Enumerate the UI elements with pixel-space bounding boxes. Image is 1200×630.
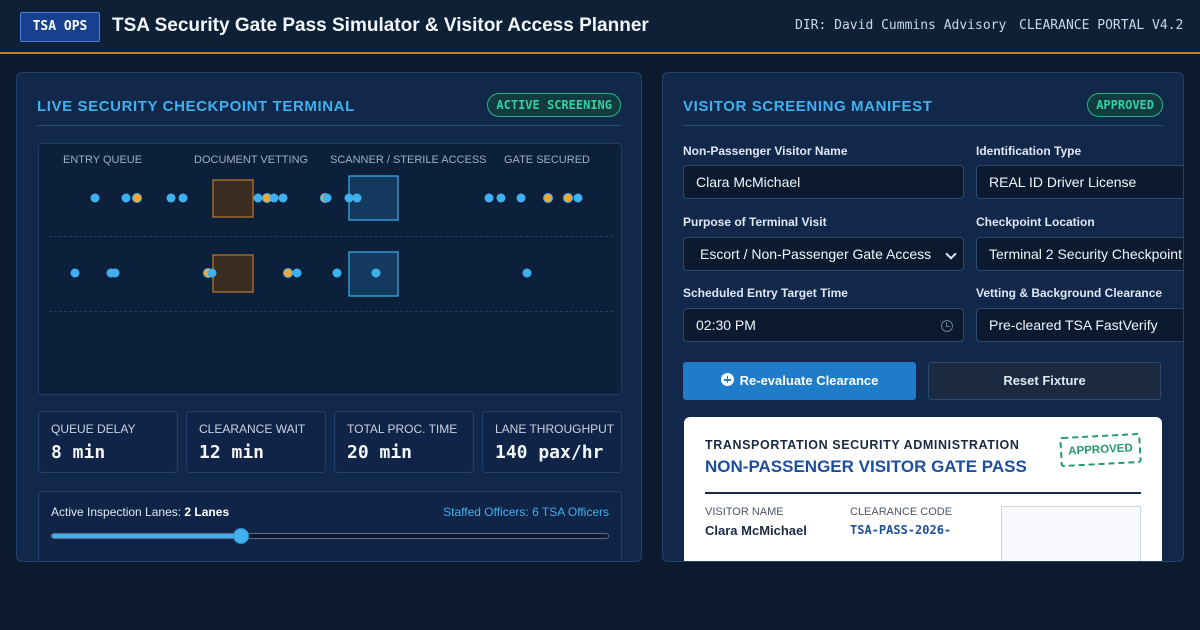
visitor-gate-pass: TRANSPORTATION SECURITY ADMINISTRATION N… (684, 417, 1162, 561)
entry-time-input[interactable]: 02:30 PM (683, 308, 964, 342)
visitor-dot (132, 193, 142, 203)
reevaluate-clearance-button[interactable]: Re-evaluate Clearance (683, 362, 916, 400)
pass-clearance-code: TSA-PASS-2026- (850, 523, 952, 537)
stat-label: CLEARANCE WAIT (199, 422, 306, 436)
vetting-label: Vetting & Background Clearance (976, 286, 1163, 300)
id-type-input[interactable]: REAL ID Driver License (976, 165, 1183, 199)
passenger-dot (292, 268, 302, 278)
entry-time-value: 02:30 PM (696, 317, 756, 333)
staffed-officers: Staffed Officers: 6 TSA Officers (443, 505, 609, 519)
active-lanes-value: 2 Lanes (184, 505, 230, 519)
simulation-canvas (70, 175, 583, 297)
reset-fixture-button[interactable]: Reset Fixture (928, 362, 1161, 400)
app-root: TSA OPS TSA Security Gate Pass Simulator… (0, 0, 1200, 630)
pass-photo-box (1001, 506, 1141, 561)
manifest-status-badge: APPROVED (1087, 93, 1163, 117)
passenger-dot (522, 268, 532, 278)
entry-time-label: Scheduled Entry Target Time (683, 286, 848, 300)
passenger-dot (110, 268, 120, 278)
portal-version: CLEARANCE PORTAL V4.2 (1019, 18, 1184, 33)
lane-control-card: Active Inspection Lanes: 2 Lanes Staffed… (38, 491, 622, 561)
visitor-manifest-panel: VISITOR SCREENING MANIFEST APPROVED Non-… (662, 72, 1184, 562)
checkpoint-simulation: ENTRY QUEUE DOCUMENT VETTING SCANNER / S… (38, 143, 622, 395)
visitor-name-input[interactable]: Clara McMichael (683, 165, 964, 199)
pass-agency: TRANSPORTATION SECURITY ADMINISTRATION (705, 438, 1020, 452)
stat-value: 20 min (347, 442, 413, 463)
pass-divider (705, 492, 1141, 494)
stat-label: QUEUE DELAY (51, 422, 136, 436)
pass-visitor-name: Clara McMichael (705, 523, 807, 538)
ops-badge: TSA OPS (20, 12, 100, 42)
passenger-dot (253, 193, 263, 203)
passenger-dot (332, 268, 342, 278)
stat-value: 140 pax/hr (495, 442, 604, 463)
id-type-label: Identification Type (976, 144, 1082, 158)
plus-circle-icon (720, 373, 734, 387)
passenger-dot (178, 193, 188, 203)
passenger-dot (484, 193, 494, 203)
passenger-dot (344, 193, 354, 203)
director-label: DIR: David Cummins Advisory (795, 18, 1007, 33)
stat-total-processing-time: TOTAL PROC. TIME 20 min (334, 411, 474, 473)
stat-clearance-wait: CLEARANCE WAIT 12 min (186, 411, 326, 473)
document-vetting-station (212, 254, 254, 293)
purpose-select[interactable]: Escort / Non-Passenger Gate Access (683, 237, 964, 271)
stat-label: TOTAL PROC. TIME (347, 422, 458, 436)
top-header: TSA OPS TSA Security Gate Pass Simulator… (0, 0, 1200, 54)
chevron-down-icon (945, 248, 957, 260)
lanes-slider-track[interactable] (51, 533, 609, 539)
passenger-dot (573, 193, 583, 203)
stat-value: 8 min (51, 442, 106, 463)
passenger-dot (322, 193, 332, 203)
passenger-dot (496, 193, 506, 203)
passenger-dot (166, 193, 176, 203)
manifest-title: VISITOR SCREENING MANIFEST (683, 98, 933, 115)
checkpoint-label: Checkpoint Location (976, 215, 1095, 229)
active-lanes-caption: Active Inspection Lanes: (51, 505, 182, 519)
passenger-dot (371, 268, 381, 278)
passenger-dot (269, 193, 279, 203)
active-lanes-label: Active Inspection Lanes: 2 Lanes (51, 505, 229, 519)
pass-title: NON-PASSENGER VISITOR GATE PASS (705, 457, 1027, 476)
approved-stamp: APPROVED (1059, 432, 1142, 468)
divider (683, 125, 1163, 126)
stat-lane-throughput: LANE THROUGHPUT 140 pax/hr (482, 411, 622, 473)
pass-visitor-name-label: VISITOR NAME (705, 506, 784, 518)
purpose-select-value: Escort / Non-Passenger Gate Access (700, 246, 932, 262)
checkpoint-terminal-panel: LIVE SECURITY CHECKPOINT TERMINAL ACTIVE… (16, 72, 642, 562)
passenger-dot (70, 268, 80, 278)
passenger-dot (90, 193, 100, 203)
reevaluate-label: Re-evaluate Clearance (739, 373, 879, 388)
terminal-title: LIVE SECURITY CHECKPOINT TERMINAL (37, 98, 355, 115)
screening-status-badge: ACTIVE SCREENING (487, 93, 621, 117)
stat-label: LANE THROUGHPUT (495, 422, 615, 436)
passenger-dot (352, 193, 362, 203)
stat-queue-delay: QUEUE DELAY 8 min (38, 411, 178, 473)
passenger-dot (516, 193, 526, 203)
lanes-slider-fill (52, 534, 242, 538)
clock-icon[interactable] (941, 320, 953, 332)
lanes-slider-thumb[interactable] (233, 528, 249, 544)
stat-value: 12 min (199, 442, 265, 463)
passenger-dot (121, 193, 131, 203)
visitor-dot (563, 193, 573, 203)
vetting-input[interactable]: Pre-cleared TSA FastVerify (976, 308, 1183, 342)
purpose-label: Purpose of Terminal Visit (683, 215, 827, 229)
passenger-dot (207, 268, 217, 278)
app-title: TSA Security Gate Pass Simulator & Visit… (112, 15, 649, 36)
checkpoint-input[interactable]: Terminal 2 Security Checkpoint B (976, 237, 1183, 271)
divider (37, 125, 621, 126)
pass-code-label: CLEARANCE CODE (850, 506, 953, 518)
document-vetting-station (212, 179, 254, 218)
visitor-name-label: Non-Passenger Visitor Name (683, 144, 848, 158)
visitor-dot (283, 268, 293, 278)
passenger-dot (278, 193, 288, 203)
visitor-dot (543, 193, 553, 203)
